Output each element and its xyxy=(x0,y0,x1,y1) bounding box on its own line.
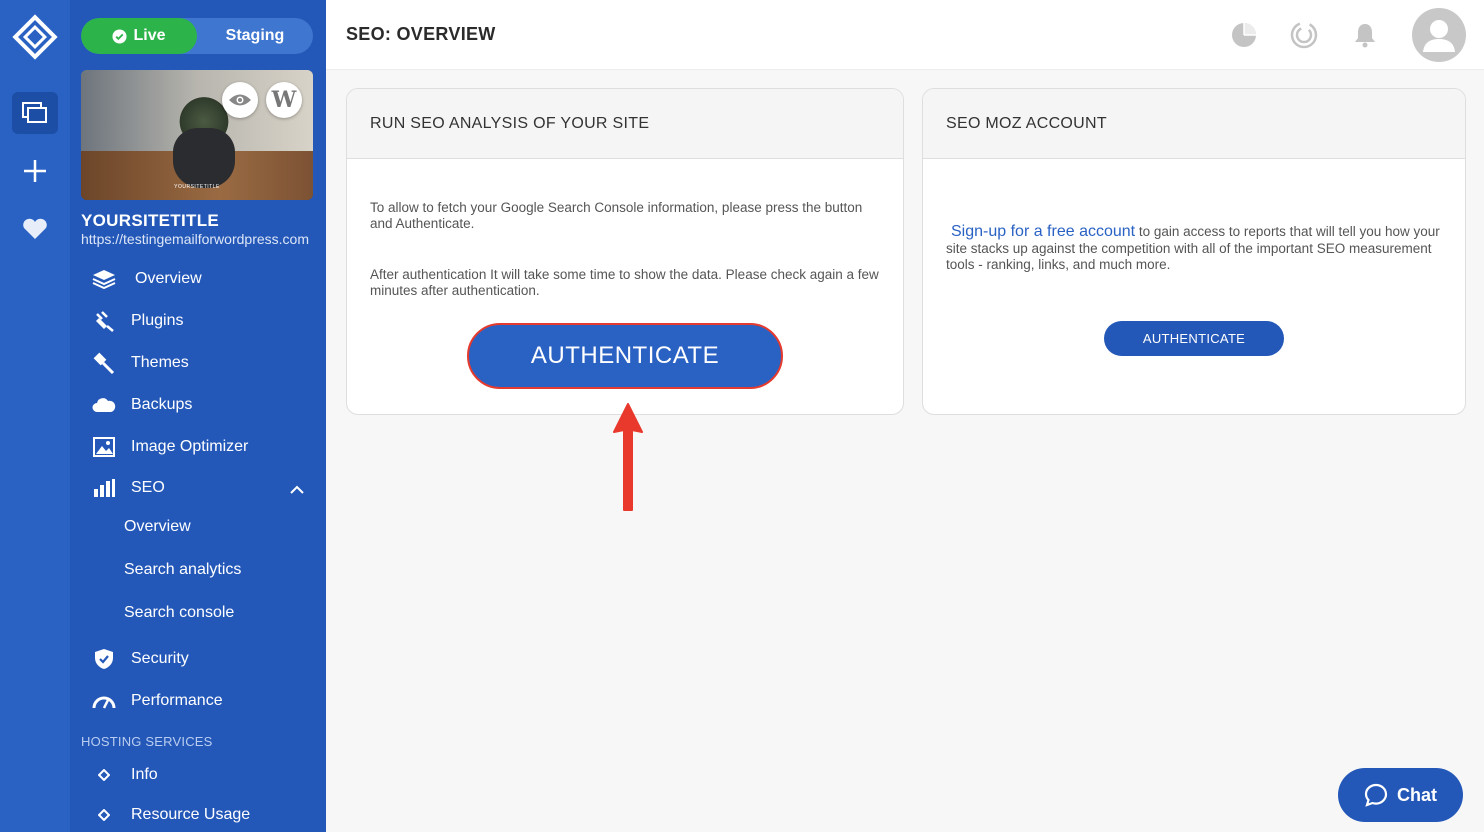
environment-toggle[interactable]: Live Staging xyxy=(81,18,313,54)
authenticate-google-button[interactable]: AUTHENTICATE xyxy=(467,323,783,389)
nav-search-console[interactable]: Search console xyxy=(124,604,234,622)
nav-seo[interactable]: SEO xyxy=(92,473,304,503)
diamond-icon xyxy=(92,764,116,786)
nav-themes[interactable]: Themes xyxy=(92,348,189,378)
nav-info[interactable]: Info xyxy=(92,760,158,790)
nav-overview-label: Overview xyxy=(135,270,202,287)
nav-resource-usage[interactable]: Resource Usage xyxy=(92,800,250,830)
bell-icon[interactable] xyxy=(1350,20,1380,50)
site-url[interactable]: https://testingemailforwordpress.com xyxy=(81,231,313,247)
seo-analysis-description-1: To allow to fetch your Google Search Con… xyxy=(370,200,863,231)
sites-icon[interactable] xyxy=(12,92,58,134)
nav-resource-usage-label: Resource Usage xyxy=(131,806,251,823)
sidebar: Live Staging YOURSITETITLE W YOURSITETIT… xyxy=(70,0,326,832)
shield-check-icon xyxy=(92,648,116,670)
seo-moz-card: SEO MOZ ACCOUNT Sign-up for a free accou… xyxy=(922,88,1466,415)
nav-performance-label: Performance xyxy=(131,692,223,709)
signup-free-account-link[interactable]: Sign-up for a free account xyxy=(951,223,1135,240)
nav-plugins-label: Plugins xyxy=(131,312,184,329)
nav-image-optimizer-label: Image Optimizer xyxy=(131,438,249,455)
nav-themes-label: Themes xyxy=(131,354,189,371)
nav-overview[interactable]: Overview xyxy=(92,264,202,294)
cloud-icon xyxy=(92,394,116,416)
seo-analysis-card: RUN SEO ANALYSIS OF YOUR SITE To allow t… xyxy=(346,88,904,415)
image-icon xyxy=(92,436,116,458)
site-thumbnail[interactable]: YOURSITETITLE W xyxy=(81,70,313,200)
hosting-services-label: HOSTING SERVICES xyxy=(81,734,213,749)
left-rail xyxy=(0,0,70,832)
add-site-icon[interactable] xyxy=(12,150,58,192)
nav-image-optimizer[interactable]: Image Optimizer xyxy=(92,432,248,462)
nav-backups-label: Backups xyxy=(131,396,193,413)
chevron-up-icon[interactable] xyxy=(290,481,304,499)
wordpress-icon[interactable]: W xyxy=(266,82,302,118)
seo-moz-description: Sign-up for a free account to gain acces… xyxy=(946,223,1441,274)
plug-icon xyxy=(92,310,116,332)
nav-performance[interactable]: Performance xyxy=(92,686,223,716)
seo-analysis-description-2: After authentication It will take some t… xyxy=(370,267,879,298)
speedometer-icon xyxy=(92,690,116,712)
nav-security-label: Security xyxy=(131,650,189,667)
bar-chart-icon xyxy=(92,477,116,499)
brand-logo-icon[interactable] xyxy=(12,14,58,60)
chat-bubble-icon xyxy=(1364,783,1388,807)
nav-seo-label: SEO xyxy=(131,479,165,496)
layers-icon xyxy=(92,268,116,290)
activity-spinner-icon[interactable] xyxy=(1289,20,1319,50)
preview-eye-icon[interactable] xyxy=(222,82,258,118)
check-circle-icon xyxy=(112,28,128,44)
pie-chart-icon[interactable] xyxy=(1229,20,1259,50)
nav-info-label: Info xyxy=(131,766,158,783)
favorites-heart-icon[interactable] xyxy=(12,208,58,250)
staging-toggle-button[interactable]: Staging xyxy=(197,18,313,54)
site-title: YOURSITETITLE xyxy=(81,211,220,230)
nav-search-analytics[interactable]: Search analytics xyxy=(124,561,241,579)
nav-plugins[interactable]: Plugins xyxy=(92,306,183,336)
live-toggle-button[interactable]: Live xyxy=(81,18,197,54)
nav-backups[interactable]: Backups xyxy=(92,390,192,420)
chat-button[interactable]: Chat xyxy=(1338,768,1463,822)
seo-analysis-card-title: RUN SEO ANALYSIS OF YOUR SITE xyxy=(347,89,903,159)
user-avatar[interactable] xyxy=(1412,8,1466,62)
paintbrush-icon xyxy=(92,352,116,374)
page-title: SEO: OVERVIEW xyxy=(346,24,496,44)
nav-seo-overview[interactable]: Overview xyxy=(124,518,191,536)
red-arrow-annotation-icon xyxy=(613,403,643,511)
top-bar: SEO: OVERVIEW xyxy=(326,0,1484,70)
seo-moz-card-title: SEO MOZ ACCOUNT xyxy=(923,89,1465,159)
nav-security[interactable]: Security xyxy=(92,644,189,674)
authenticate-moz-button[interactable]: AUTHENTICATE xyxy=(1104,321,1284,356)
chat-label: Chat xyxy=(1397,784,1437,805)
live-label: Live xyxy=(133,27,166,44)
thumbnail-caption: YOURSITETITLE xyxy=(174,184,220,190)
diamond-icon xyxy=(92,804,116,826)
